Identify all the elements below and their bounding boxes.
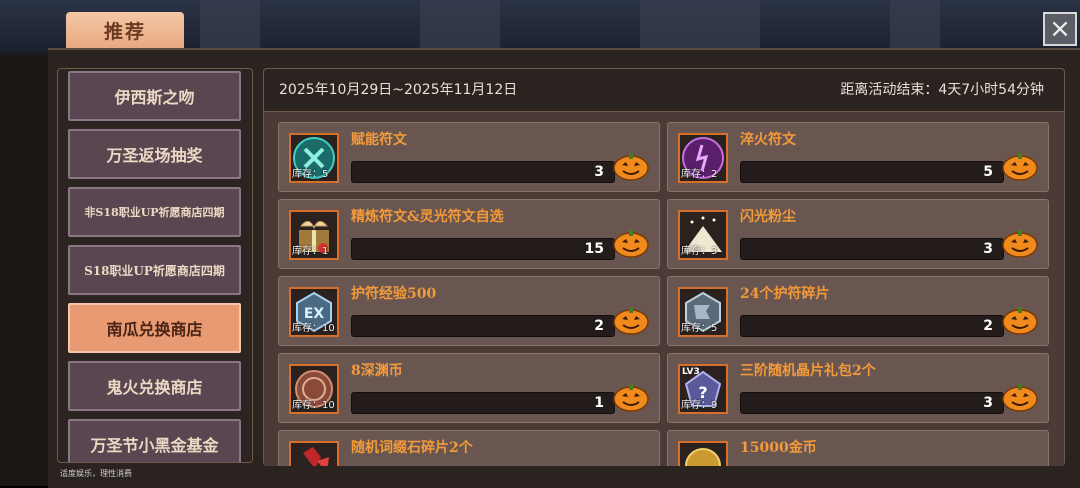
shop-item-card[interactable]: 随机词缀石碎片2个 [278, 430, 660, 466]
item-name: 精炼符文&灵光符文自选 [351, 209, 504, 225]
price-bar: 1 [351, 392, 615, 414]
price-bar: 15 [351, 238, 615, 260]
shop-item-card[interactable]: EX 库存：10 护符经验500 2 [278, 276, 660, 346]
shop-item-card[interactable]: 库存：5 赋能符文 3 [278, 122, 660, 192]
background-figure [640, 0, 760, 50]
amulet-shard-icon: 库存：5 [678, 287, 728, 337]
pumpkin-icon [1002, 153, 1038, 181]
stock-label: 库存：2 [681, 169, 718, 180]
price-value: 3 [594, 164, 604, 180]
item-name: 护符经验500 [351, 286, 437, 302]
abyss-coin-icon: 库存：10 [289, 364, 339, 414]
footnote: 适度娱乐，理性消费 [60, 469, 132, 478]
red-crystal-icon [289, 441, 339, 466]
price-bar: 2 [351, 315, 615, 337]
price-bar: 3 [740, 392, 1004, 414]
item-name: 闪光粉尘 [740, 209, 796, 225]
stock-label: 库存：1 [292, 246, 329, 257]
sidebar-item-ghostfire-shop[interactable]: 鬼火兑换商店 [68, 361, 241, 411]
dust-pile-icon: 库存：3 [678, 210, 728, 260]
shop-item-card[interactable]: 库存：10 8深渊币 1 [278, 353, 660, 423]
pumpkin-icon [613, 153, 649, 181]
event-countdown: 距离活动结束：4天7小时54分钟 [840, 82, 1044, 98]
sidebar: 伊西斯之吻 万圣返场抽奖 非S18职业UP祈愿商店四期 S18职业UP祈愿商店四… [57, 68, 253, 463]
item-name: 15000金币 [740, 440, 817, 456]
level-badge: LV3 [682, 367, 700, 377]
sidebar-item-halloween-fund[interactable]: 万圣节小黑金基金 [68, 419, 241, 462]
item-name: 三阶随机晶片礼包2个 [740, 363, 876, 379]
shop-item-card[interactable]: 库存：1 精炼符文&灵光符文自选 15 [278, 199, 660, 269]
item-name: 随机词缀石碎片2个 [351, 440, 473, 456]
item-name: 24个护符碎片 [740, 286, 830, 302]
tab-recommend[interactable]: 推荐 [66, 12, 184, 48]
item-name: 淬火符文 [740, 132, 796, 148]
ex-gem-icon: EX 库存：10 [289, 287, 339, 337]
stock-label: 库存：10 [292, 323, 335, 334]
pumpkin-icon [613, 230, 649, 258]
stock-label: 库存：3 [681, 246, 718, 257]
price-value: 3 [983, 395, 993, 411]
sidebar-item-non-s18-wish-shop[interactable]: 非S18职业UP祈愿商店四期 [68, 187, 241, 237]
gift-box-icon: 库存：1 [289, 210, 339, 260]
pumpkin-icon [613, 384, 649, 412]
price-value: 2 [594, 318, 604, 334]
rune-purple-icon: 库存：2 [678, 133, 728, 183]
price-value: 2 [983, 318, 993, 334]
price-value: 5 [983, 164, 993, 180]
shop-item-card[interactable]: 15000金币 [667, 430, 1049, 466]
price-value: 15 [584, 241, 604, 257]
event-date-range: 2025年10月29日~2025年11月12日 [279, 82, 518, 98]
gold-coin-icon [678, 441, 728, 466]
price-bar: 3 [740, 238, 1004, 260]
item-name: 赋能符文 [351, 132, 407, 148]
shop-main: 2025年10月29日~2025年11月12日 距离活动结束：4天7小时54分钟… [263, 68, 1065, 466]
background-figure [420, 0, 500, 50]
shop-item-card[interactable]: ? LV3 库存：9 三阶随机晶片礼包2个 3 [667, 353, 1049, 423]
pumpkin-icon [1002, 384, 1038, 412]
stock-label: 库存：9 [681, 400, 718, 411]
stock-label: 库存：10 [292, 400, 335, 411]
price-bar: 2 [740, 315, 1004, 337]
item-name: 8深渊币 [351, 363, 403, 379]
pumpkin-icon [1002, 230, 1038, 258]
price-value: 3 [983, 241, 993, 257]
shop-item-card[interactable]: 库存：5 24个护符碎片 2 [667, 276, 1049, 346]
shop-item-card[interactable]: 库存：3 闪光粉尘 3 [667, 199, 1049, 269]
sidebar-item-isis-kiss[interactable]: 伊西斯之吻 [68, 71, 241, 121]
close-button[interactable]: × [1043, 12, 1077, 46]
sidebar-item-s18-wish-shop[interactable]: S18职业UP祈愿商店四期 [68, 245, 241, 295]
stock-label: 库存：5 [292, 169, 329, 180]
shop-item-card[interactable]: 库存：2 淬火符文 5 [667, 122, 1049, 192]
sidebar-item-halloween-lottery[interactable]: 万圣返场抽奖 [68, 129, 241, 179]
background-figure [200, 0, 260, 50]
shop-item-grid[interactable]: 库存：5 赋能符文 3 库存：2 淬火符文 5 库存：1 精炼符文&灵光符文自选… [264, 111, 1064, 466]
pumpkin-icon [613, 307, 649, 335]
sidebar-item-pumpkin-shop[interactable]: 南瓜兑换商店 [68, 303, 241, 353]
background-figure [890, 0, 940, 50]
price-bar: 3 [351, 161, 615, 183]
price-value: 1 [594, 395, 604, 411]
lv3-chip-icon: ? LV3 库存：9 [678, 364, 728, 414]
rune-teal-icon: 库存：5 [289, 133, 339, 183]
stock-label: 库存：5 [681, 323, 718, 334]
event-info-bar: 2025年10月29日~2025年11月12日 距离活动结束：4天7小时54分钟 [264, 69, 1064, 109]
price-bar: 5 [740, 161, 1004, 183]
pumpkin-icon [1002, 307, 1038, 335]
